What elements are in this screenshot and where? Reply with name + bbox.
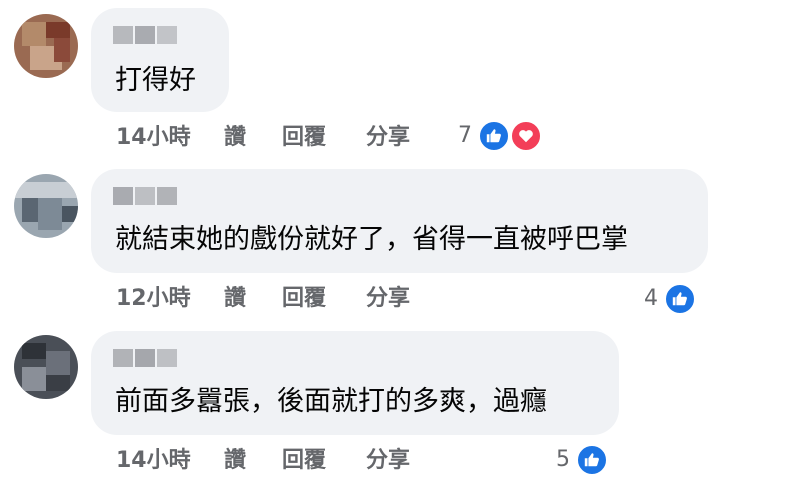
like-icon: [664, 283, 696, 315]
reaction-count: 7: [458, 123, 472, 148]
like-icon: [478, 120, 510, 152]
comment-bubble: 就結束她的戲份就好了，省得一直被呼巴掌: [91, 169, 708, 273]
author-name-redacted[interactable]: [113, 26, 177, 44]
comment-text: 就結束她的戲份就好了，省得一直被呼巴掌: [115, 224, 628, 255]
avatar[interactable]: [14, 335, 78, 399]
reply-button[interactable]: 回覆: [282, 284, 326, 314]
reaction-summary[interactable]: 5: [556, 440, 616, 480]
comment-bubble: 打得好: [91, 8, 229, 112]
reaction-count: 5: [556, 447, 570, 472]
author-name-redacted[interactable]: [113, 187, 177, 205]
comment-bubble: 前面多囂張，後面就打的多爽，過癮: [91, 331, 619, 435]
like-button[interactable]: 讚: [224, 446, 246, 476]
comment-text: 前面多囂張，後面就打的多爽，過癮: [115, 386, 547, 417]
reaction-count: 4: [644, 286, 658, 311]
share-button[interactable]: 分享: [366, 123, 410, 153]
author-name-redacted[interactable]: [113, 349, 177, 367]
share-button[interactable]: 分享: [366, 284, 410, 314]
timestamp[interactable]: 14小時: [116, 123, 191, 153]
reply-button[interactable]: 回覆: [282, 446, 326, 476]
reaction-summary[interactable]: 7: [458, 116, 548, 156]
share-button[interactable]: 分享: [366, 446, 410, 476]
avatar[interactable]: [14, 14, 78, 78]
timestamp[interactable]: 12小時: [116, 284, 191, 314]
comment-text: 打得好: [115, 65, 196, 96]
reaction-summary[interactable]: 4: [644, 279, 704, 319]
like-icon: [576, 444, 608, 476]
love-icon: [510, 120, 542, 152]
like-button[interactable]: 讚: [224, 284, 246, 314]
reply-button[interactable]: 回覆: [282, 123, 326, 153]
like-button[interactable]: 讚: [224, 123, 246, 153]
avatar[interactable]: [14, 174, 78, 238]
timestamp[interactable]: 14小時: [116, 446, 191, 476]
